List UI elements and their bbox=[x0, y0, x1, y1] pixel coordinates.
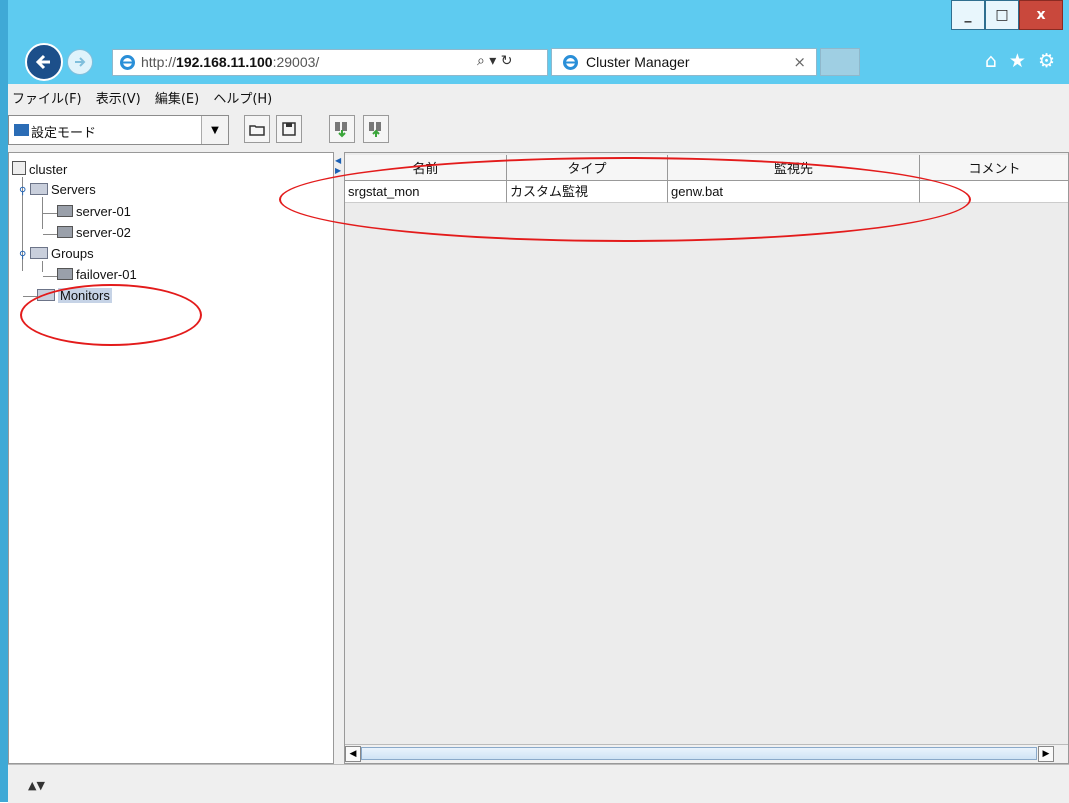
tab-title: Cluster Manager bbox=[586, 54, 690, 70]
back-button[interactable] bbox=[25, 43, 63, 81]
tree-label-monitors: Monitors bbox=[58, 288, 112, 303]
gear-icon[interactable]: ⚙ bbox=[1038, 50, 1055, 72]
download-cluster-icon bbox=[335, 122, 347, 138]
chevron-down-icon[interactable]: ▼ bbox=[201, 116, 228, 144]
menu-help[interactable]: ヘルプ(H) bbox=[209, 84, 277, 107]
menu-view[interactable]: 表示(V) bbox=[92, 84, 146, 107]
folder-icon bbox=[37, 289, 55, 301]
url-scheme: http:// bbox=[141, 54, 177, 70]
cell-monitor-name[interactable]: srgstat_mon bbox=[345, 181, 507, 203]
expand-toggle-icon[interactable]: ⚲ bbox=[19, 186, 26, 197]
cluster-tree: cluster ⚲ Servers server-01 server-02 ⚲ … bbox=[8, 152, 334, 764]
tree-connector bbox=[43, 276, 57, 277]
save-button[interactable] bbox=[276, 115, 302, 143]
browser-tab[interactable]: Cluster Manager × bbox=[551, 48, 817, 76]
cell-monitor-comment[interactable] bbox=[920, 181, 1068, 203]
tree-label-server-01: server-01 bbox=[76, 204, 131, 219]
window-controls: _ □ x bbox=[951, 0, 1063, 30]
url-text: http://192.168.11.100:29003/ bbox=[141, 54, 319, 70]
menu-edit[interactable]: 編集(E) bbox=[151, 84, 204, 107]
scroll-right-icon[interactable]: ▶ bbox=[1038, 746, 1054, 762]
server-icon bbox=[57, 226, 73, 238]
mode-select-value: 設定モード bbox=[31, 126, 97, 141]
close-button[interactable]: x bbox=[1019, 0, 1063, 30]
tree-connector bbox=[43, 234, 57, 235]
open-button[interactable] bbox=[244, 115, 270, 143]
column-header-type[interactable]: タイプ bbox=[507, 155, 668, 181]
pane-splitter[interactable]: ◀ ▶ bbox=[334, 152, 344, 764]
address-bar[interactable]: http://192.168.11.100:29003/ ⌕ ▾ ↻ bbox=[112, 49, 548, 76]
url-port-path: :29003/ bbox=[272, 54, 320, 70]
maximize-button[interactable]: □ bbox=[985, 0, 1019, 30]
tree-node-failover-01[interactable]: failover-01 bbox=[57, 267, 137, 282]
collapse-panel-icon[interactable]: ▲▼ bbox=[28, 779, 45, 792]
tree-label-server-02: server-02 bbox=[76, 225, 131, 240]
toolbar: 設定モード ▼ bbox=[8, 110, 1069, 152]
horizontal-scrollbar[interactable]: ◀ ▶ bbox=[345, 744, 1068, 763]
url-host: 192.168.11.100 bbox=[176, 54, 273, 70]
tree-node-server-02[interactable]: server-02 bbox=[57, 225, 131, 240]
ie-logo-icon bbox=[120, 55, 135, 70]
tree-connector bbox=[42, 261, 43, 272]
cluster-icon bbox=[12, 161, 26, 175]
upload-cluster-icon bbox=[369, 122, 381, 137]
browser-nav-bar: http://192.168.11.100:29003/ ⌕ ▾ ↻ Clust… bbox=[8, 40, 1069, 84]
column-header-comment[interactable]: コメント bbox=[920, 155, 1068, 181]
back-arrow-icon bbox=[35, 54, 50, 70]
tree-node-servers[interactable]: ⚲ Servers bbox=[19, 182, 96, 197]
ie-tab-icon bbox=[563, 55, 578, 70]
minimize-button[interactable]: _ bbox=[951, 0, 985, 30]
menu-bar: ファイル(F) 表示(V) 編集(E) ヘルプ(H) bbox=[8, 84, 1069, 110]
forward-button[interactable] bbox=[67, 49, 93, 75]
folder-icon bbox=[29, 247, 48, 259]
window-left-border bbox=[0, 0, 8, 802]
server-icon bbox=[57, 205, 73, 217]
monitor-table: 名前 タイプ 監視先 コメント srgstat_mon カスタム監視 genw.… bbox=[344, 152, 1069, 764]
forward-arrow-icon bbox=[75, 57, 86, 67]
tree-connector bbox=[23, 296, 37, 297]
group-icon bbox=[57, 268, 73, 280]
column-header-name[interactable]: 名前 bbox=[345, 155, 507, 181]
column-header-target[interactable]: 監視先 bbox=[668, 155, 920, 181]
save-icon bbox=[282, 122, 296, 136]
collapse-left-icon[interactable]: ◀ bbox=[335, 156, 341, 165]
menu-file[interactable]: ファイル(F) bbox=[8, 84, 87, 107]
cell-monitor-type[interactable]: カスタム監視 bbox=[507, 181, 668, 203]
tree-label-failover-01: failover-01 bbox=[76, 267, 137, 282]
scrollbar-thumb[interactable] bbox=[361, 747, 1037, 760]
home-icon[interactable]: ⌂ bbox=[985, 50, 997, 72]
title-bar: _ □ x bbox=[8, 0, 1069, 40]
cell-monitor-target[interactable]: genw.bat bbox=[668, 181, 920, 203]
collapse-right-icon[interactable]: ▶ bbox=[335, 166, 341, 175]
expand-toggle-icon[interactable]: ⚲ bbox=[19, 250, 26, 261]
star-icon[interactable]: ★ bbox=[1009, 50, 1026, 72]
scroll-left-icon[interactable]: ◀ bbox=[345, 746, 361, 762]
config-mode-icon bbox=[14, 124, 29, 136]
tree-node-cluster[interactable]: cluster bbox=[12, 161, 67, 177]
tree-label-groups: Groups bbox=[50, 246, 94, 261]
browser-tools: ⌂ ★ ⚙ bbox=[985, 50, 1055, 72]
folder-icon bbox=[29, 183, 48, 195]
tree-label-cluster: cluster bbox=[29, 162, 68, 177]
tree-label-servers: Servers bbox=[50, 182, 96, 197]
tree-node-monitors[interactable]: Monitors bbox=[37, 288, 112, 303]
tree-node-server-01[interactable]: server-01 bbox=[57, 204, 131, 219]
new-tab-button[interactable] bbox=[820, 48, 860, 76]
tree-connector bbox=[43, 213, 57, 214]
upload-cluster-button[interactable] bbox=[363, 115, 389, 143]
search-refresh-controls[interactable]: ⌕ ▾ ↻ bbox=[477, 53, 513, 69]
mode-select[interactable]: 設定モード ▼ bbox=[8, 115, 229, 145]
tree-node-groups[interactable]: ⚲ Groups bbox=[19, 246, 94, 261]
status-bar: ▲▼ bbox=[8, 764, 1069, 803]
open-icon bbox=[249, 125, 265, 136]
download-cluster-button[interactable] bbox=[329, 115, 355, 143]
tab-close-button[interactable]: × bbox=[793, 53, 806, 71]
